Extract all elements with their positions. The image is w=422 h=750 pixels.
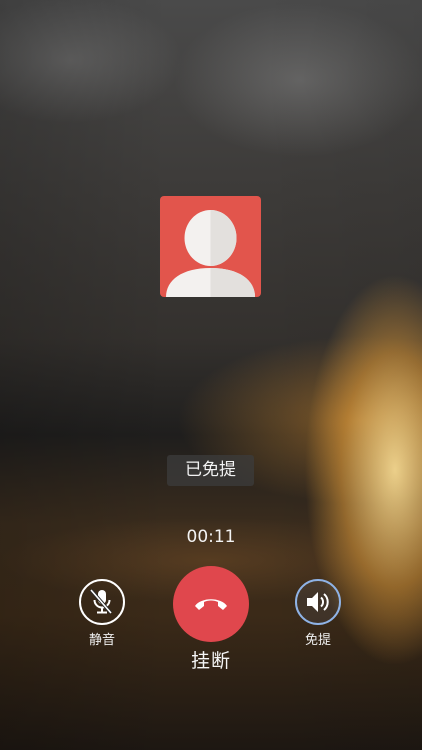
mute-button[interactable]: 静音 (76, 579, 128, 648)
speaker-button-circle[interactable] (295, 579, 341, 625)
default-contact-avatar-icon (166, 210, 255, 297)
mute-button-circle[interactable] (79, 579, 125, 625)
microphone-muted-icon (89, 588, 113, 615)
mute-label: 静音 (88, 633, 115, 648)
speaker-on-toast: 已免提 (167, 455, 254, 486)
hangup-button[interactable]: 挂断 (170, 566, 252, 673)
hangup-button-circle[interactable] (173, 566, 249, 642)
contact-avatar (160, 196, 261, 297)
phone-hangup-icon (195, 599, 227, 610)
hangup-label: 挂断 (190, 650, 231, 672)
speaker-icon (307, 592, 329, 612)
speaker-button[interactable]: 免提 (292, 579, 344, 648)
call-timer: 00:11 (186, 527, 236, 547)
speaker-label: 免提 (304, 633, 331, 648)
